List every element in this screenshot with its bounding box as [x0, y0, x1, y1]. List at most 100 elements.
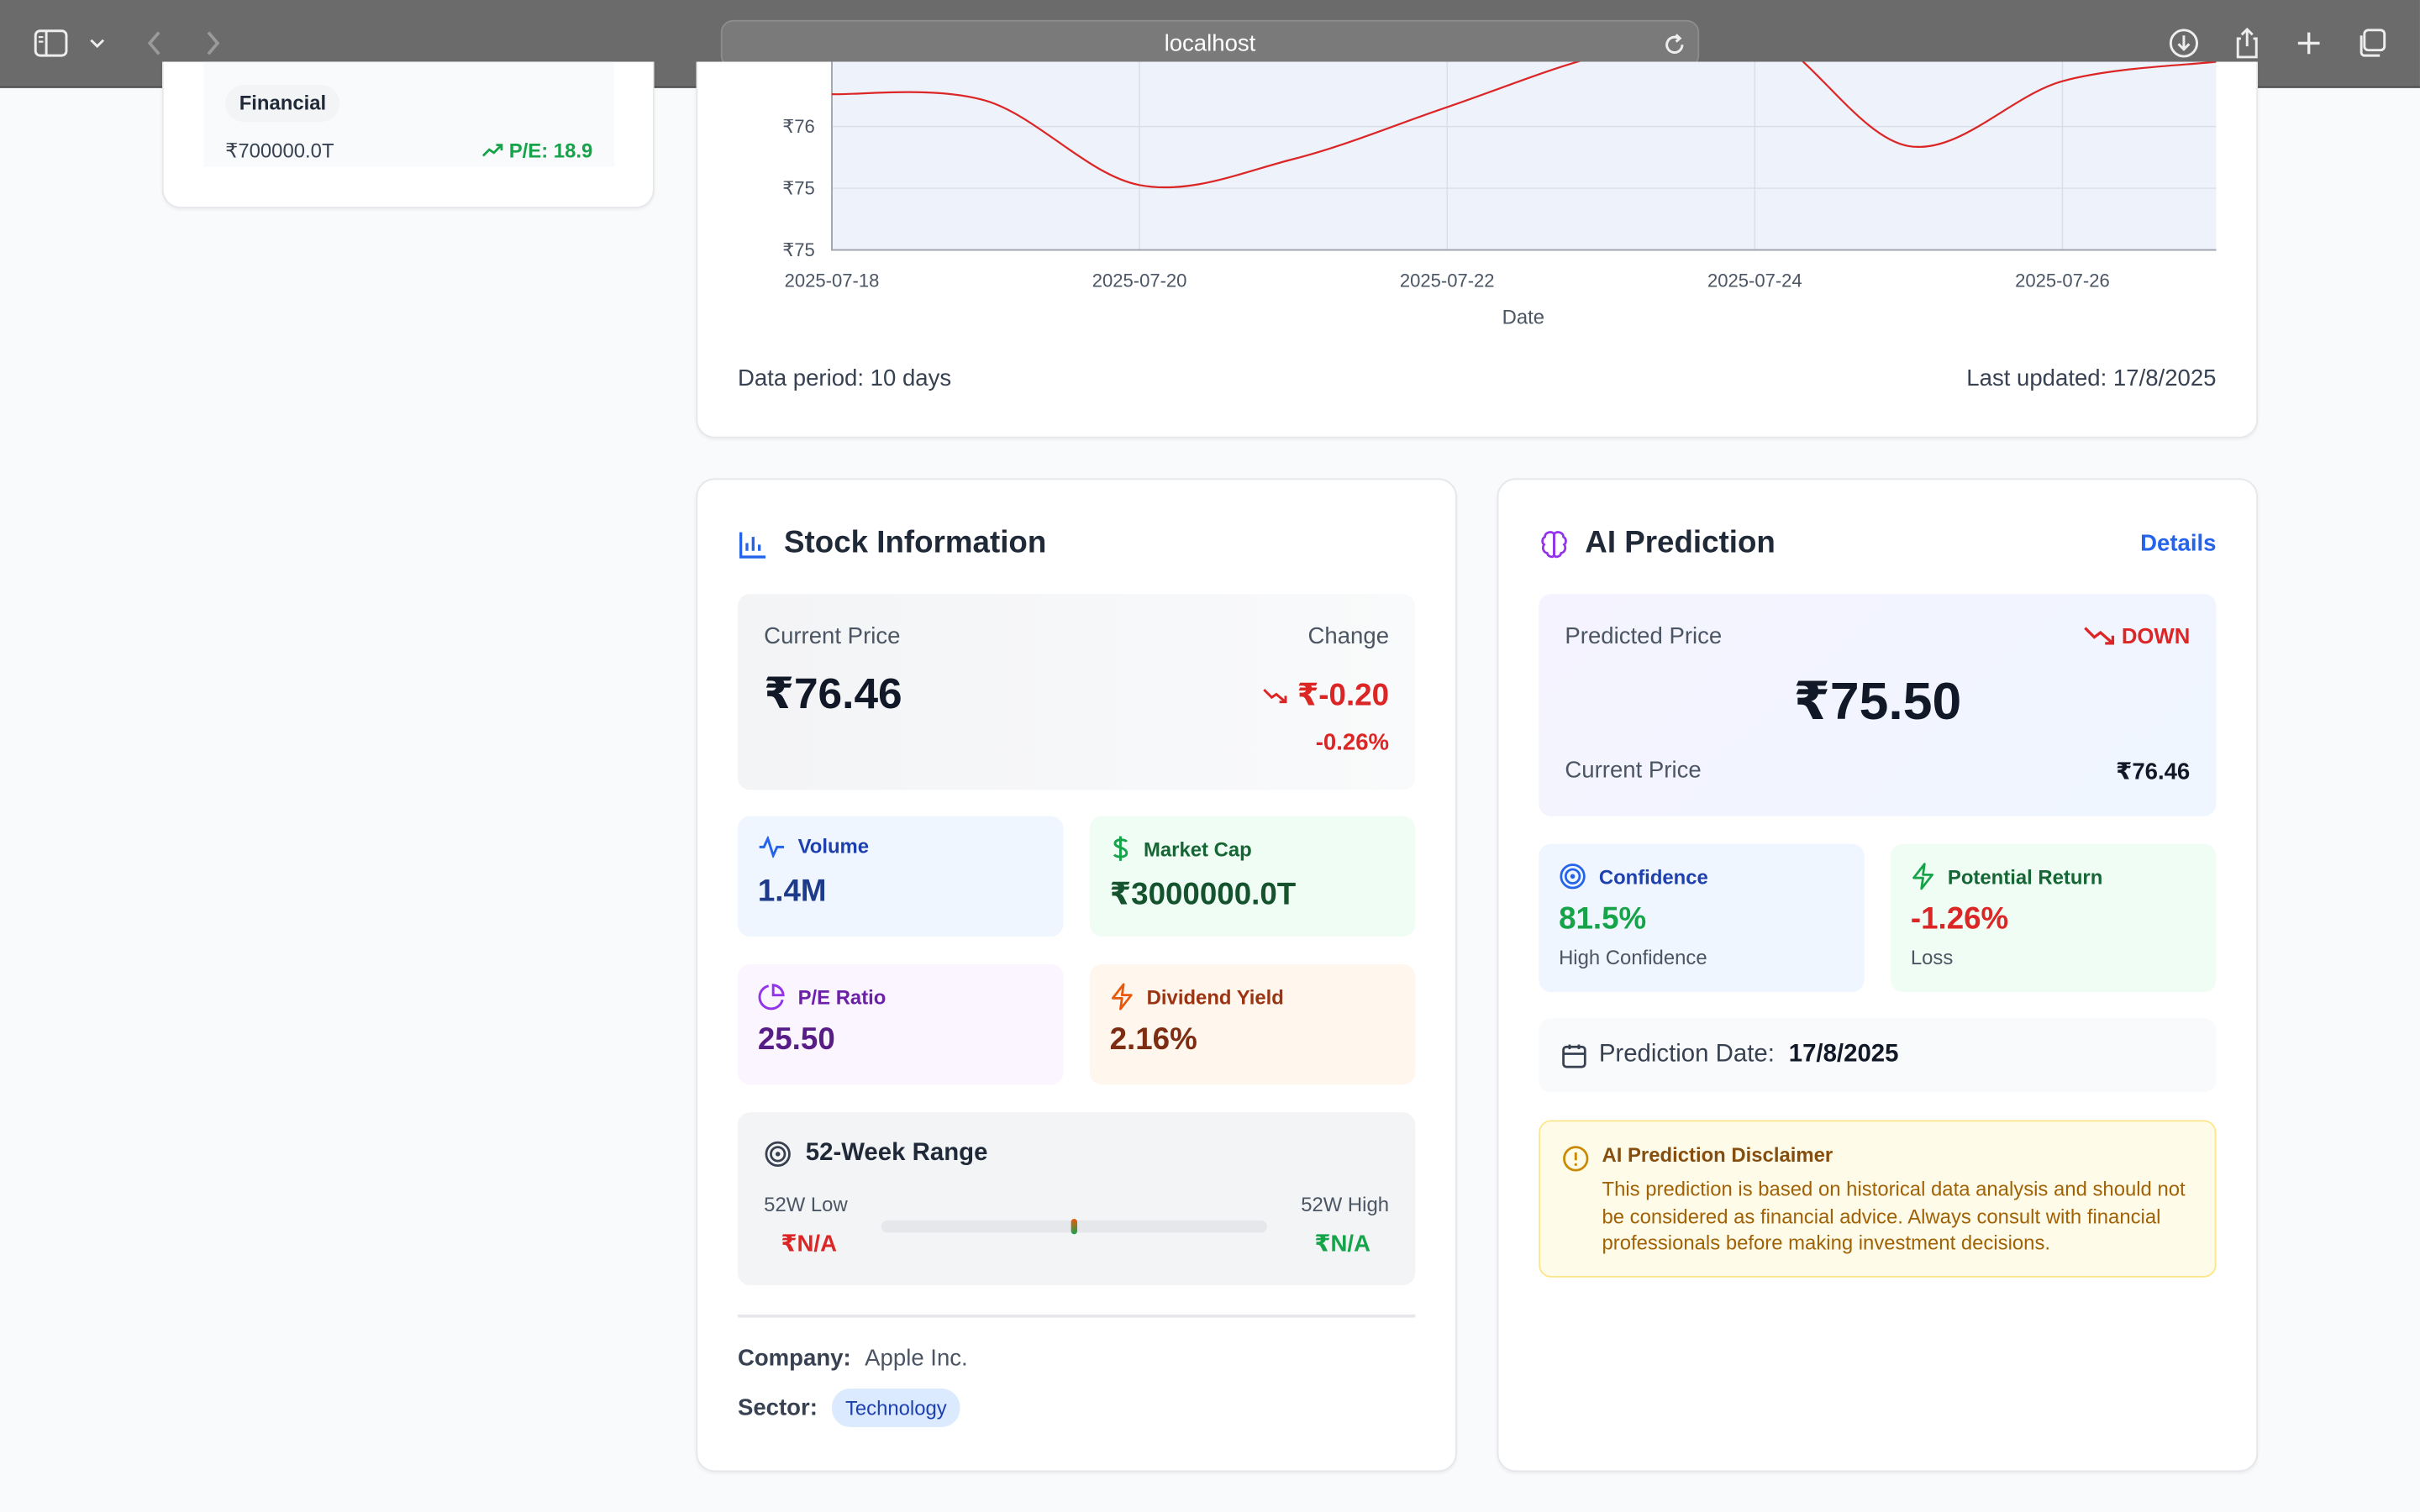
x-tick-label: 2025-07-20 [1092, 270, 1187, 291]
prediction-summary: Predicted Price DOWN ₹75.50 Current Pric… [1539, 594, 2217, 816]
y-tick-label: ₹76 [782, 116, 815, 137]
direction-indicator: DOWN [2083, 623, 2190, 648]
company-name: Apple Inc. [865, 1345, 968, 1372]
disclaimer-text: This prediction is based on historical d… [1602, 1177, 2186, 1255]
zap-icon [1912, 863, 1933, 890]
trending-down-icon [1264, 688, 1288, 703]
sector-label: Sector: [737, 1394, 818, 1421]
prediction-date-row: Prediction Date: 17/8/2025 [1539, 1018, 2217, 1093]
chart-plot-area [831, 61, 2217, 250]
market-cap-stat: Market Cap ₹3000000.0T [1089, 816, 1416, 937]
x-tick-label: 2025-07-18 [785, 270, 880, 291]
dollar-icon [1113, 836, 1128, 861]
week-range-box: 52-Week Range 52W Low ₹N/A 52W High ₹N/A [737, 1112, 1416, 1285]
sidebar-toggle-icon[interactable] [29, 22, 72, 65]
ai-prediction-card: AI Prediction Details Predicted Price DO… [1497, 478, 2259, 1473]
volume-stat: Volume 1.4M [737, 816, 1064, 937]
market-cap-value: ₹700000.0T [225, 139, 334, 162]
x-tick-label: 2025-07-22 [1400, 270, 1495, 291]
low-value: ₹N/A [781, 1231, 838, 1257]
trending-down-icon [2083, 627, 2114, 645]
price-chart: ₹76 ₹75 ₹75 2025-07-18 2025-07-20 2025-07-22… [782, 61, 2217, 329]
current-price: ₹76.46 [2116, 759, 2191, 785]
url-text: localhost [1164, 30, 1256, 57]
high-label: 52W High [1301, 1192, 1390, 1216]
market-cap-label: Market Cap [1143, 837, 1252, 860]
current-price-label: Current Price [1565, 757, 1702, 785]
forward-icon[interactable] [192, 22, 234, 65]
target-icon [1560, 864, 1586, 890]
current-price-label: Current Price [764, 623, 901, 650]
potential-return-desc: Loss [1910, 945, 1954, 969]
ai-prediction-header: AI Prediction [1539, 526, 1776, 561]
price-summary: Current Price ₹76.46 Change ₹-0.20 -0.26… [737, 594, 1416, 790]
confidence-desc: High Confidence [1559, 945, 1707, 969]
company-label: Company: [737, 1345, 851, 1372]
pe-value: P/E: 18.9 [508, 139, 593, 162]
stock-list-item[interactable]: Financial ₹700000.0T P/E: 18.9 [203, 61, 615, 167]
potential-return-label: Potential Return [1947, 864, 2103, 889]
confidence-value: 81.5% [1559, 902, 1647, 937]
reload-icon[interactable] [1660, 31, 1688, 59]
week-range-header: 52-Week Range [764, 1140, 987, 1168]
data-period: Data period: 10 days [737, 365, 952, 392]
confidence-label: Confidence [1598, 864, 1708, 889]
trending-up-icon [481, 143, 502, 156]
high-value: ₹N/A [1314, 1231, 1370, 1257]
sector-badge: Technology [831, 1389, 961, 1427]
price-chart-card: ₹76 ₹75 ₹75 2025-07-18 2025-07-20 2025-07-22… [696, 61, 2259, 438]
pe-label: P/E Ratio [797, 984, 886, 1009]
change-value: ₹-0.20 [1297, 679, 1390, 713]
share-icon[interactable] [2226, 22, 2269, 65]
back-icon[interactable] [133, 22, 176, 65]
predicted-price: ₹75.50 [1793, 672, 1962, 732]
confidence-stat: Confidence 81.5% High Confidence [1539, 843, 1865, 992]
pe-value: 25.50 [757, 1022, 835, 1058]
x-axis-label: Date [1502, 307, 1544, 329]
dividend-stat: Dividend Yield 2.16% [1089, 963, 1416, 1085]
week-range-title: 52-Week Range [805, 1140, 988, 1167]
predicted-price-label: Predicted Price [1565, 623, 1723, 650]
zap-icon [1111, 983, 1133, 1011]
pie-chart-icon [758, 984, 785, 1011]
potential-return-stat: Potential Return -1.26% Loss [1890, 843, 2217, 992]
pe-indicator: P/E: 18.9 [481, 139, 593, 162]
target-icon [765, 1141, 791, 1168]
disclaimer-title: AI Prediction Disclaimer [1602, 1142, 1833, 1167]
x-tick-label: 2025-07-24 [1707, 270, 1802, 291]
range-bar [881, 1218, 1267, 1235]
ai-prediction-title: AI Prediction [1585, 526, 1776, 560]
disclaimer-box: AI Prediction Disclaimer This prediction… [1539, 1120, 2217, 1278]
stock-list-card: Financial ₹700000.0T P/E: 18.9 [161, 61, 655, 208]
change-row: ₹-0.20 [1263, 675, 1389, 714]
stock-info-header: Stock Information [738, 526, 1046, 561]
x-tick-label: 2025-07-26 [2015, 270, 2110, 291]
low-label: 52W Low [764, 1192, 848, 1216]
download-icon[interactable] [2162, 22, 2205, 65]
sector-row: Sector: Technology [737, 1389, 961, 1427]
url-bar[interactable]: localhost [720, 19, 1700, 68]
sector-tag: Financial [225, 85, 340, 123]
new-tab-icon[interactable] [2287, 22, 2330, 65]
divider [737, 1314, 1416, 1318]
potential-return-value: -1.26% [1910, 902, 2009, 937]
prediction-date: 17/8/2025 [1788, 1041, 1899, 1068]
brain-icon [1541, 530, 1567, 558]
tab-overview-icon[interactable] [2350, 22, 2393, 65]
bar-chart-icon [739, 531, 766, 558]
market-cap-value: ₹3000000.0T [1109, 878, 1297, 912]
pe-stat: P/E Ratio 25.50 [737, 963, 1064, 1085]
volume-value: 1.4M [757, 874, 827, 909]
company-row: Company: Apple Inc. [738, 1346, 968, 1372]
stock-info-card: Stock Information Current Price ₹76.46 C… [696, 478, 1457, 1473]
y-tick-label: ₹75 [782, 239, 815, 260]
volume-label: Volume [797, 834, 870, 858]
alert-circle-icon [1563, 1146, 1589, 1172]
chevron-down-icon[interactable] [76, 22, 118, 65]
details-link[interactable]: Details [2140, 531, 2216, 557]
calendar-icon [1562, 1044, 1586, 1068]
dividend-label: Dividend Yield [1146, 984, 1284, 1009]
y-tick-label: ₹75 [782, 177, 815, 198]
dividend-value: 2.16% [1109, 1022, 1197, 1058]
direction-label: DOWN [2121, 623, 2191, 648]
